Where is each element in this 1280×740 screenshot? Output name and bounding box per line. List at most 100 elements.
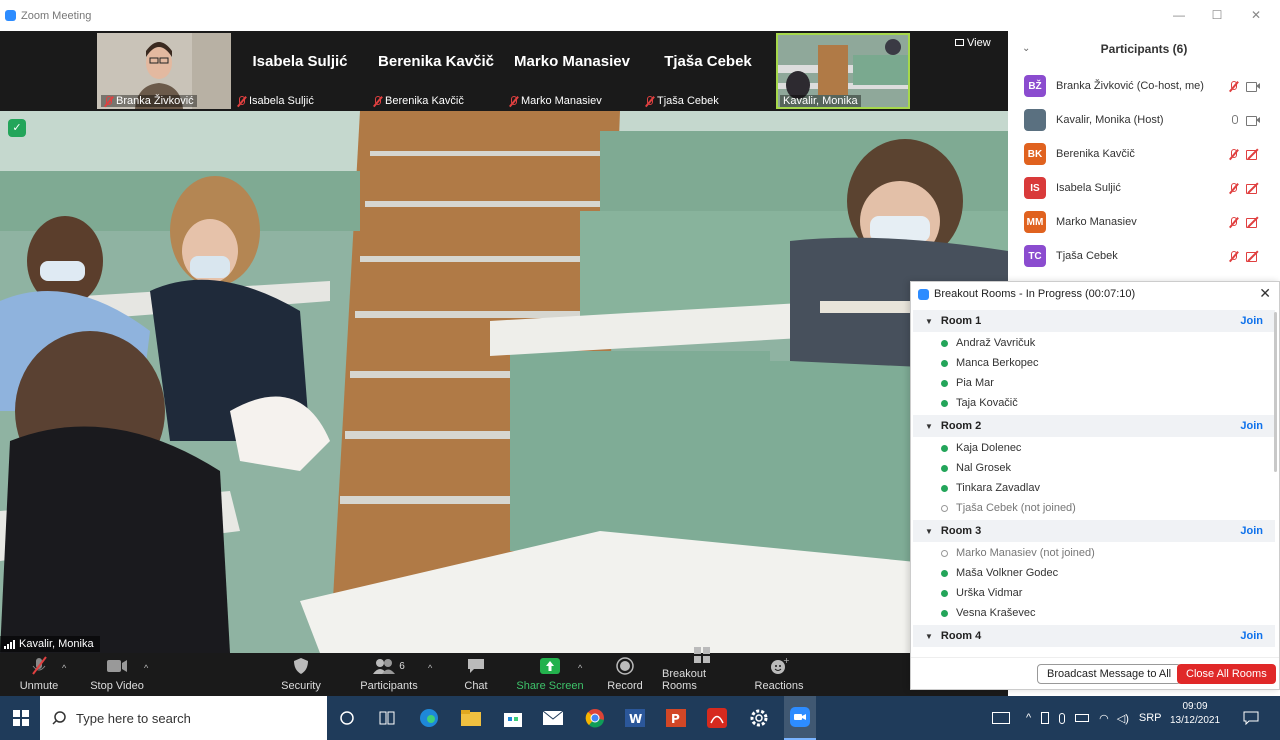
room-member: Maša Volkner Godec bbox=[941, 563, 1058, 583]
participants-options-caret[interactable]: ^ bbox=[428, 663, 432, 673]
gallery-strip: Branka Živković Isabela Suljić Isabela S… bbox=[0, 31, 1008, 111]
grid-icon bbox=[955, 39, 964, 46]
thumbnail-name: Isabela Suljić bbox=[252, 52, 348, 70]
reactions-label: Reactions bbox=[754, 680, 804, 692]
participant-row[interactable]: IS Isabela Suljić bbox=[1024, 171, 1280, 205]
video-options-caret[interactable]: ^ bbox=[144, 663, 148, 673]
breakout-room-header[interactable]: ▼ Room 3 Join bbox=[913, 520, 1275, 542]
joined-status-icon bbox=[941, 444, 948, 452]
maximize-button[interactable]: ☐ bbox=[1207, 8, 1227, 22]
breakout-room-header[interactable]: ▼ Room 1 Join bbox=[913, 310, 1275, 332]
broadcast-message-button[interactable]: Broadcast Message to All bbox=[1037, 664, 1182, 684]
participant-row[interactable]: TC Tjaša Cebek bbox=[1024, 239, 1280, 273]
svg-text:W: W bbox=[629, 712, 642, 726]
room-member: Tinkara Zavadlav bbox=[941, 478, 1040, 498]
thumbnail-name: Marko Manasiev bbox=[514, 52, 630, 70]
mic-icon bbox=[1230, 114, 1238, 126]
settings-gear-icon[interactable] bbox=[746, 696, 772, 740]
language-indicator[interactable]: SRP bbox=[1139, 712, 1162, 724]
participant-row[interactable]: BŽ Branka Živković (Co-host, me) bbox=[1024, 69, 1280, 103]
record-button[interactable]: Record bbox=[604, 653, 646, 696]
mail-icon[interactable] bbox=[540, 696, 566, 740]
close-icon[interactable]: ✕ bbox=[1259, 285, 1271, 302]
taskbar-search-input[interactable]: Type here to search bbox=[40, 696, 327, 740]
joined-status-icon bbox=[941, 484, 948, 492]
member-name: Tinkara Zavadlav bbox=[956, 482, 1040, 494]
thumbnail-tjasa[interactable]: Tjaša Cebek Tjaša Cebek bbox=[641, 33, 775, 109]
reactions-button[interactable]: + Reactions bbox=[754, 653, 804, 696]
avatar: TC bbox=[1024, 245, 1046, 267]
thumbnail-branka[interactable]: Branka Živković bbox=[97, 33, 231, 109]
breakout-room-header[interactable]: ▼ Room 2 Join bbox=[913, 415, 1275, 437]
close-all-rooms-button[interactable]: Close All Rooms bbox=[1177, 664, 1276, 684]
powerpoint-icon[interactable]: P bbox=[663, 696, 689, 740]
collapse-triangle-icon[interactable]: ▼ bbox=[925, 422, 933, 431]
store-icon[interactable] bbox=[500, 696, 526, 740]
security-label: Security bbox=[281, 680, 321, 692]
mic-muted-icon bbox=[1229, 216, 1238, 228]
minimize-button[interactable]: — bbox=[1169, 8, 1189, 22]
keyboard-icon[interactable] bbox=[992, 712, 1010, 724]
participant-name: Kavalir, Monika (Host) bbox=[1056, 114, 1164, 126]
share-options-caret[interactable]: ^ bbox=[578, 663, 582, 673]
stop-video-label: Stop Video bbox=[90, 680, 144, 692]
close-window-button[interactable]: ✕ bbox=[1246, 8, 1266, 22]
unmute-button[interactable]: Unmute bbox=[16, 653, 62, 696]
microphone-icon[interactable] bbox=[1059, 712, 1066, 724]
participants-title: Participants (6) bbox=[1100, 42, 1188, 56]
battery-icon[interactable] bbox=[1075, 714, 1090, 722]
thumbnail-monika-active[interactable]: Kavalir, Monika bbox=[776, 33, 910, 109]
security-button[interactable]: Security bbox=[278, 653, 324, 696]
share-screen-icon bbox=[540, 656, 560, 676]
record-icon bbox=[616, 656, 634, 676]
collapse-triangle-icon[interactable]: ▼ bbox=[925, 317, 933, 326]
security-shield-icon[interactable]: ✓ bbox=[8, 119, 26, 137]
join-room-button[interactable]: Join bbox=[1240, 630, 1263, 642]
notifications-icon[interactable] bbox=[1240, 696, 1262, 740]
thumbnail-marko[interactable]: Marko Manasiev Marko Manasiev bbox=[505, 33, 639, 109]
audio-options-caret[interactable]: ^ bbox=[62, 663, 66, 673]
classroom-video-feed bbox=[0, 111, 1008, 653]
zoom-taskbar-icon[interactable] bbox=[784, 696, 816, 740]
collapse-triangle-icon[interactable]: ▼ bbox=[925, 632, 933, 641]
join-room-button[interactable]: Join bbox=[1240, 420, 1263, 432]
breakout-rooms-icon bbox=[693, 646, 711, 664]
member-name: Tjaša Cebek (not joined) bbox=[956, 502, 1076, 514]
collapse-triangle-icon[interactable]: ▼ bbox=[925, 527, 933, 536]
join-room-button[interactable]: Join bbox=[1240, 525, 1263, 537]
chevron-up-icon[interactable]: ^ bbox=[1026, 712, 1031, 724]
task-view-icon[interactable] bbox=[376, 696, 398, 740]
participant-row[interactable]: Kavalir, Monika (Host) bbox=[1024, 103, 1280, 137]
acrobat-icon[interactable] bbox=[704, 696, 730, 740]
participant-row[interactable]: MM Marko Manasiev bbox=[1024, 205, 1280, 239]
thumbnail-berenika[interactable]: Berenika Kavčič Berenika Kavčič bbox=[369, 33, 503, 109]
video-off-icon bbox=[1246, 149, 1260, 160]
smiley-plus-icon: + bbox=[769, 656, 789, 676]
clock-date: 13/12/2021 bbox=[1169, 715, 1221, 726]
cortana-icon[interactable] bbox=[336, 696, 358, 740]
participant-row[interactable]: BK Berenika Kavčič bbox=[1024, 137, 1280, 171]
file-explorer-icon[interactable] bbox=[458, 696, 484, 740]
participants-button[interactable]: 6 Participants bbox=[358, 653, 420, 696]
stop-video-button[interactable]: Stop Video bbox=[88, 653, 146, 696]
view-button[interactable]: View bbox=[955, 37, 991, 49]
word-icon[interactable]: W bbox=[622, 696, 648, 740]
join-room-button[interactable]: Join bbox=[1240, 315, 1263, 327]
wifi-icon[interactable]: ◠ bbox=[1099, 712, 1109, 725]
start-button[interactable] bbox=[8, 696, 34, 740]
room-member: Nal Grosek bbox=[941, 458, 1011, 478]
device-icon[interactable] bbox=[1041, 712, 1050, 724]
chrome-icon[interactable] bbox=[582, 696, 608, 740]
chat-button[interactable]: Chat bbox=[460, 653, 492, 696]
scrollbar[interactable] bbox=[1274, 312, 1277, 472]
thumbnail-isabela[interactable]: Isabela Suljić Isabela Suljić bbox=[233, 33, 367, 109]
meeting-toolbar: Unmute ^ Stop Video ^ Security 6 Partici… bbox=[0, 647, 1008, 696]
zoom-logo-icon bbox=[918, 288, 929, 300]
breakout-rooms-button[interactable]: Breakout Rooms bbox=[662, 647, 742, 696]
system-clock[interactable]: 09:09 13/12/2021 bbox=[1166, 700, 1224, 728]
edge-browser-icon[interactable] bbox=[416, 696, 442, 740]
share-screen-button[interactable]: Share Screen bbox=[516, 653, 584, 696]
room-member: Andraž Vavričuk bbox=[941, 333, 1035, 353]
volume-icon[interactable]: ◁) bbox=[1117, 712, 1129, 725]
breakout-room-header[interactable]: ▼ Room 4 Join bbox=[913, 625, 1275, 647]
